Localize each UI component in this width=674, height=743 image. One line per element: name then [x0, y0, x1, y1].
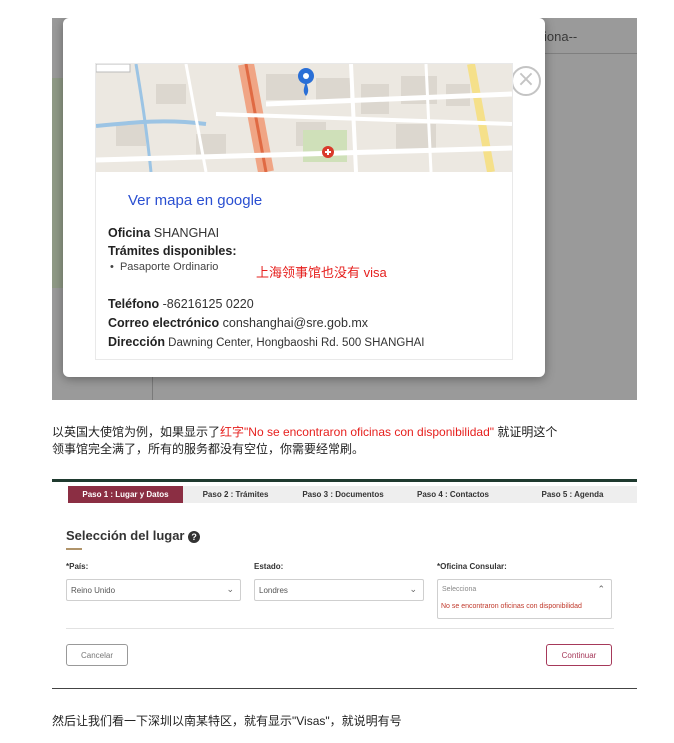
office-label: Oficina [108, 226, 151, 240]
background-header-select: iona-- [544, 18, 637, 54]
office-modal: × Ver mapa en google Oficina SHANGHAI Tr… [63, 18, 545, 377]
address-label: Dirección [108, 335, 165, 349]
cancel-button[interactable]: Cancelar [66, 644, 128, 666]
office-select-label: *Oficina Consular: [437, 562, 507, 571]
step-1[interactable]: Paso 1 : Lugar y Datos [68, 486, 183, 503]
address-line: Dirección Dawning Center, Hongbaoshi Rd.… [108, 335, 425, 349]
section-title: Selección del lugar ? [66, 528, 201, 543]
step-2[interactable]: Paso 2 : Trámites [183, 486, 288, 503]
office-error-message: No se encontraron oficinas con disponibi… [441, 603, 582, 610]
step-5[interactable]: Paso 5 : Agenda [508, 486, 637, 503]
office-select[interactable]: Selecciona ⌃ No se encontraron oficinas … [437, 579, 612, 619]
paragraph-red-text: 红字"No se encontraron oficinas con dispon… [220, 425, 495, 439]
email-label: Correo electrónico [108, 316, 220, 330]
step-progress: Paso 1 : Lugar y Datos Paso 2 : Trámites… [68, 486, 637, 503]
paragraph-text-after: 就证明这个 [494, 425, 558, 439]
form-divider [66, 628, 614, 629]
explanation-paragraph-1: 以英国大使馆为例，如果显示了红字"No se encontraron ofici… [52, 424, 557, 458]
office-map[interactable] [96, 64, 512, 172]
step-4[interactable]: Paso 4 : Contactos [398, 486, 508, 503]
state-value: Londres [259, 586, 288, 595]
phone-line: Teléfono -86216125 0220 [108, 297, 254, 311]
country-value: Reino Unido [71, 586, 116, 595]
explanation-paragraph-2: 然后让我们看一下深圳以南某特区，就有显示"Visas"，就说明有号 [52, 714, 402, 728]
paragraph-line-2: 领事馆完全满了，所有的服务都没有空位，你需要经常刷。 [52, 442, 365, 456]
country-select[interactable]: Reino Unido ⌄ [66, 579, 241, 601]
email-line: Correo electrónico conshanghai@sre.gob.m… [108, 316, 368, 330]
office-value: SHANGHAI [153, 226, 220, 240]
office-line: Oficina SHANGHAI [108, 226, 219, 240]
continue-button[interactable]: Continuar [546, 644, 612, 666]
procedure-item-label: Pasaporte Ordinario [119, 261, 219, 273]
procedure-item: • Pasaporte Ordinario [110, 261, 219, 273]
modal-screenshot: iona-- × Ver mapa en google Oficina SHAN… [52, 18, 637, 400]
help-icon[interactable]: ? [188, 531, 201, 543]
phone-label: Teléfono [108, 297, 160, 311]
form-screenshot: Paso 1 : Lugar y Datos Paso 2 : Trámites… [52, 479, 637, 689]
email-value[interactable]: conshanghai@sre.gob.mx [223, 316, 368, 330]
country-label: *País: [66, 562, 89, 571]
chevron-down-icon: ⌄ [409, 584, 417, 594]
close-icon[interactable]: × [511, 66, 541, 96]
office-card: Ver mapa en google Oficina SHANGHAI Trám… [95, 63, 513, 360]
procedures-label: Trámites disponibles: [108, 244, 237, 258]
procedures-heading: Trámites disponibles: [108, 244, 237, 258]
state-label: Estado: [254, 562, 284, 571]
paragraph-text-before: 以英国大使馆为例，如果显示了 [52, 425, 221, 439]
chevron-up-icon: ⌃ [597, 584, 605, 594]
phone-value: -86216125 0220 [162, 297, 254, 311]
title-underline [66, 548, 82, 550]
google-maps-link[interactable]: Ver mapa en google [128, 192, 262, 209]
address-value: Dawning Center, Hongbaoshi Rd. 500 SHANG… [168, 337, 425, 349]
step-3[interactable]: Paso 3 : Documentos [288, 486, 398, 503]
section-title-text: Selección del lugar [66, 528, 185, 543]
state-select[interactable]: Londres ⌄ [254, 579, 424, 601]
red-annotation: 上海领事馆也没有 visa [256, 265, 387, 280]
office-placeholder: Selecciona [442, 586, 477, 593]
chevron-down-icon: ⌄ [226, 584, 234, 594]
